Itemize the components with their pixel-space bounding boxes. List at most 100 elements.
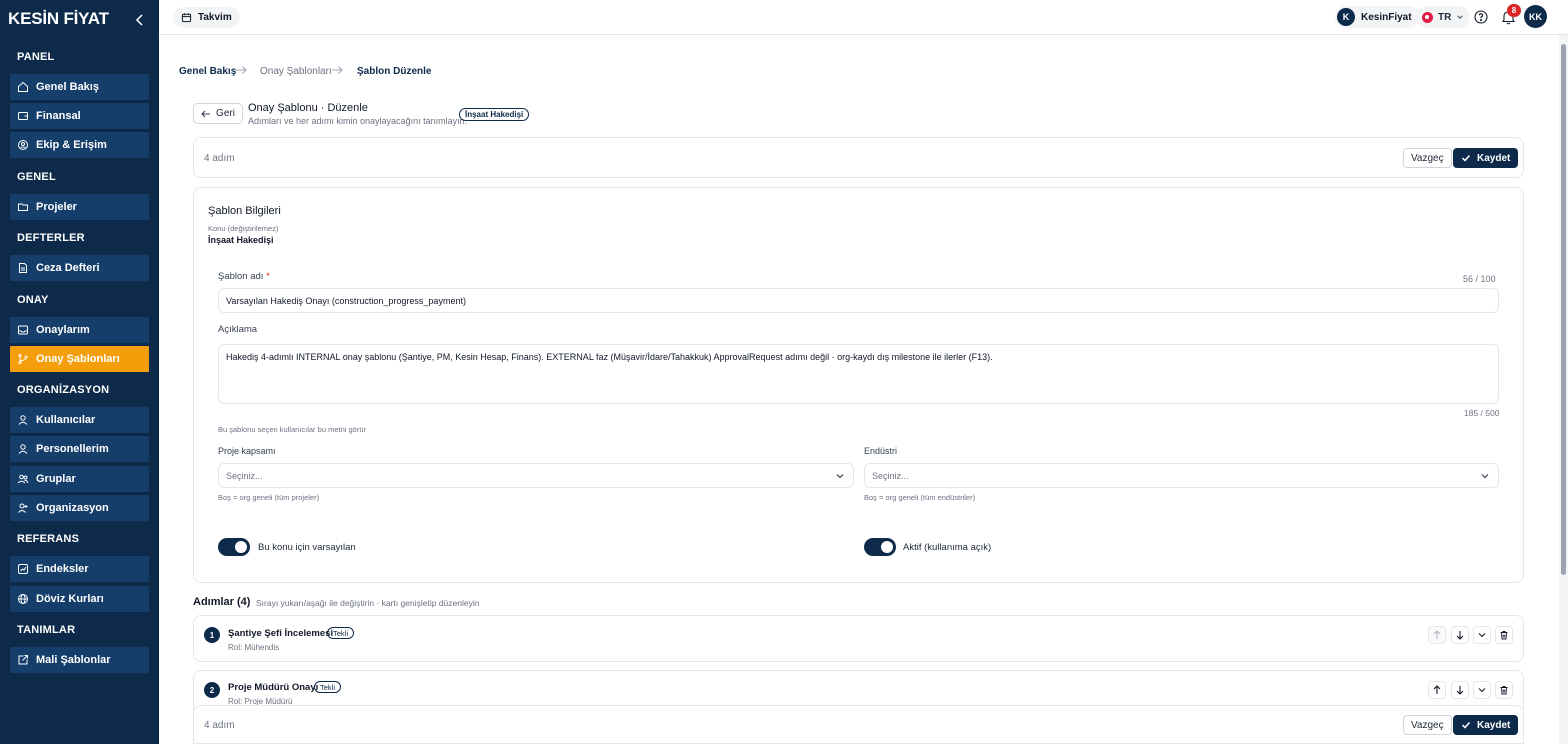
help-icon[interactable] [1474,10,1488,24]
move-down-button[interactable] [1451,626,1469,644]
section-organizasyon: ORGANİZASYON [17,384,110,396]
sidebar-item-label: Döviz Kurları [36,593,104,605]
document-icon [17,262,29,274]
expand-button[interactable] [1473,626,1491,644]
project-scope-select[interactable]: Seçiniz... [218,463,854,488]
chevron-down-icon [1481,474,1489,479]
sidebar-item-genel-bakis[interactable]: Genel Bakış [10,74,149,100]
expand-button[interactable] [1473,681,1491,699]
required-marker: * [266,271,270,282]
sidebar-item-organizasyon[interactable]: Organizasyon [10,495,149,521]
subject-label: Konu (değiştirilemez) [208,224,279,233]
move-up-button[interactable] [1428,681,1446,699]
sidebar-item-label: Kullanıcılar [36,414,96,426]
chevron-down-icon [1457,15,1464,19]
sidebar-item-ceza-defteri[interactable]: Ceza Defteri [10,255,149,281]
default-toggle[interactable] [218,538,250,556]
sidebar-item-personellerim[interactable]: Personellerim [10,436,149,462]
sidebar-item-label: Onaylarım [36,324,90,336]
user-avatar[interactable]: KK [1524,5,1547,28]
back-button[interactable]: Geri [193,103,243,124]
steps-hint: Sırayı yukarı/aşağı ile değiştirin · kar… [256,598,480,608]
calendar-label: Takvim [198,12,232,23]
industry-placeholder: Seçiniz... [872,470,909,481]
step-card[interactable] [193,615,1524,662]
breadcrumb-genel-bakis[interactable]: Genel Bakış [179,66,236,77]
name-label-text: Şablon adı [218,271,264,282]
arrow-down-icon [1456,686,1464,695]
sidebar-item-finansal[interactable]: Finansal [10,103,149,129]
sidebar-item-onaylarim[interactable]: Onaylarım [10,317,149,343]
subject-tag: İnşaat Hakedişi [459,108,530,121]
home-icon [17,81,29,93]
sidebar-item-label: Organizasyon [36,502,109,514]
step-role: Rol: Mühendis [228,643,280,652]
description-textarea[interactable]: Hakediş 4-adımlı INTERNAL onay şablonu (… [218,344,1499,404]
logo: KESİN FİYAT [8,9,109,28]
move-up-button[interactable] [1428,626,1446,644]
chart-icon [17,563,29,575]
sidebar-item-label: Finansal [36,110,81,122]
description-counter: 185 / 500 [1464,408,1500,418]
org-switcher[interactable]: K KesinFiyat [1335,6,1420,28]
steps-count: 4 adım [204,153,235,164]
move-down-button[interactable] [1451,681,1469,699]
user-icon [17,414,29,426]
sticky-action-bar: 4 adım Vazgeç Kaydet [193,705,1524,744]
page-title: Onay Şablonu · Düzenle [248,102,368,114]
industry-select[interactable]: Seçiniz... [864,463,1499,488]
subject-value: İnşaat Hakedişi [208,235,274,245]
calendar-button[interactable]: Takvim [173,7,240,28]
sidebar-item-doviz-kurlari[interactable]: Döviz Kurları [10,586,149,612]
chevron-down-icon [1478,688,1486,693]
delete-button[interactable] [1495,626,1513,644]
step-title: Proje Müdürü Onayı [228,682,319,693]
sidebar-item-gruplar[interactable]: Gruplar [10,466,149,492]
default-toggle-label: Bu konu için varsayılan [258,542,356,553]
section-referans: REFERANS [17,533,80,545]
delete-button[interactable] [1495,681,1513,699]
scrollbar-thumb[interactable] [1561,44,1566,575]
arrow-up-icon [1433,630,1441,639]
arrow-right-icon [236,66,247,74]
page-subtitle: Adımları ve her adımı kimin onaylayacağı… [248,116,468,126]
description-hint: Bu şablonu seçen kullanıcılar bu metni g… [218,425,367,434]
sidebar-item-onay-sablonlari[interactable]: Onay Şablonları [10,346,149,372]
arrow-up-icon [1433,685,1441,694]
sidebar-item-label: Endeksler [36,563,89,575]
sidebar-item-ekip-erisim[interactable]: Ekip & Erişim [10,132,149,158]
chevron-down-icon [836,474,844,479]
sidebar-item-mali-sablonlar[interactable]: Mali Şablonlar [10,647,149,673]
description-label: Açıklama [218,324,258,335]
language-code: TR [1438,11,1452,23]
cancel-button[interactable]: Vazgeç [1403,148,1452,168]
inbox-icon [17,324,29,336]
breadcrumb-onay-sablonlari[interactable]: Onay Şablonları [260,66,332,77]
sidebar-item-kullanicilar[interactable]: Kullanıcılar [10,407,149,433]
folder-icon [17,201,29,213]
language-switcher[interactable]: TR [1416,6,1471,28]
arrow-right-icon [332,66,343,74]
save-label: Kaydet [1477,719,1511,731]
collapse-sidebar-icon[interactable] [134,12,146,28]
active-toggle[interactable] [864,538,896,556]
save-button[interactable]: Kaydet [1453,715,1519,735]
cancel-button[interactable]: Vazgeç [1403,715,1452,735]
sidebar-item-endeksler[interactable]: Endeksler [10,556,149,582]
save-button[interactable]: Kaydet [1453,148,1519,168]
step-number: 2 [204,682,220,698]
notification-badge: 8 [1507,4,1521,17]
topbar: Takvim K KesinFiyat TR 8 KK [159,0,1568,35]
name-counter: 56 / 100 [1463,274,1496,284]
active-toggle-label: Aktif (kullanıma açık) [903,542,992,553]
sidebar-item-label: Ekip & Erişim [36,139,107,151]
turkey-flag-icon [1422,11,1433,23]
step-type-tag: Tekli [327,627,355,639]
action-bar: 4 adım Vazgeç Kaydet [193,137,1524,178]
sidebar-item-label: Projeler [36,201,77,213]
sidebar-item-projeler[interactable]: Projeler [10,194,149,220]
template-name-input[interactable]: Varsayılan Hakediş Onayı (construction_p… [218,288,1499,313]
steps-count: 4 adım [204,720,235,731]
sidebar: KESİN FİYAT PANEL Genel Bakış Finansal E… [0,0,159,744]
name-label: Şablon adı * [218,271,270,282]
